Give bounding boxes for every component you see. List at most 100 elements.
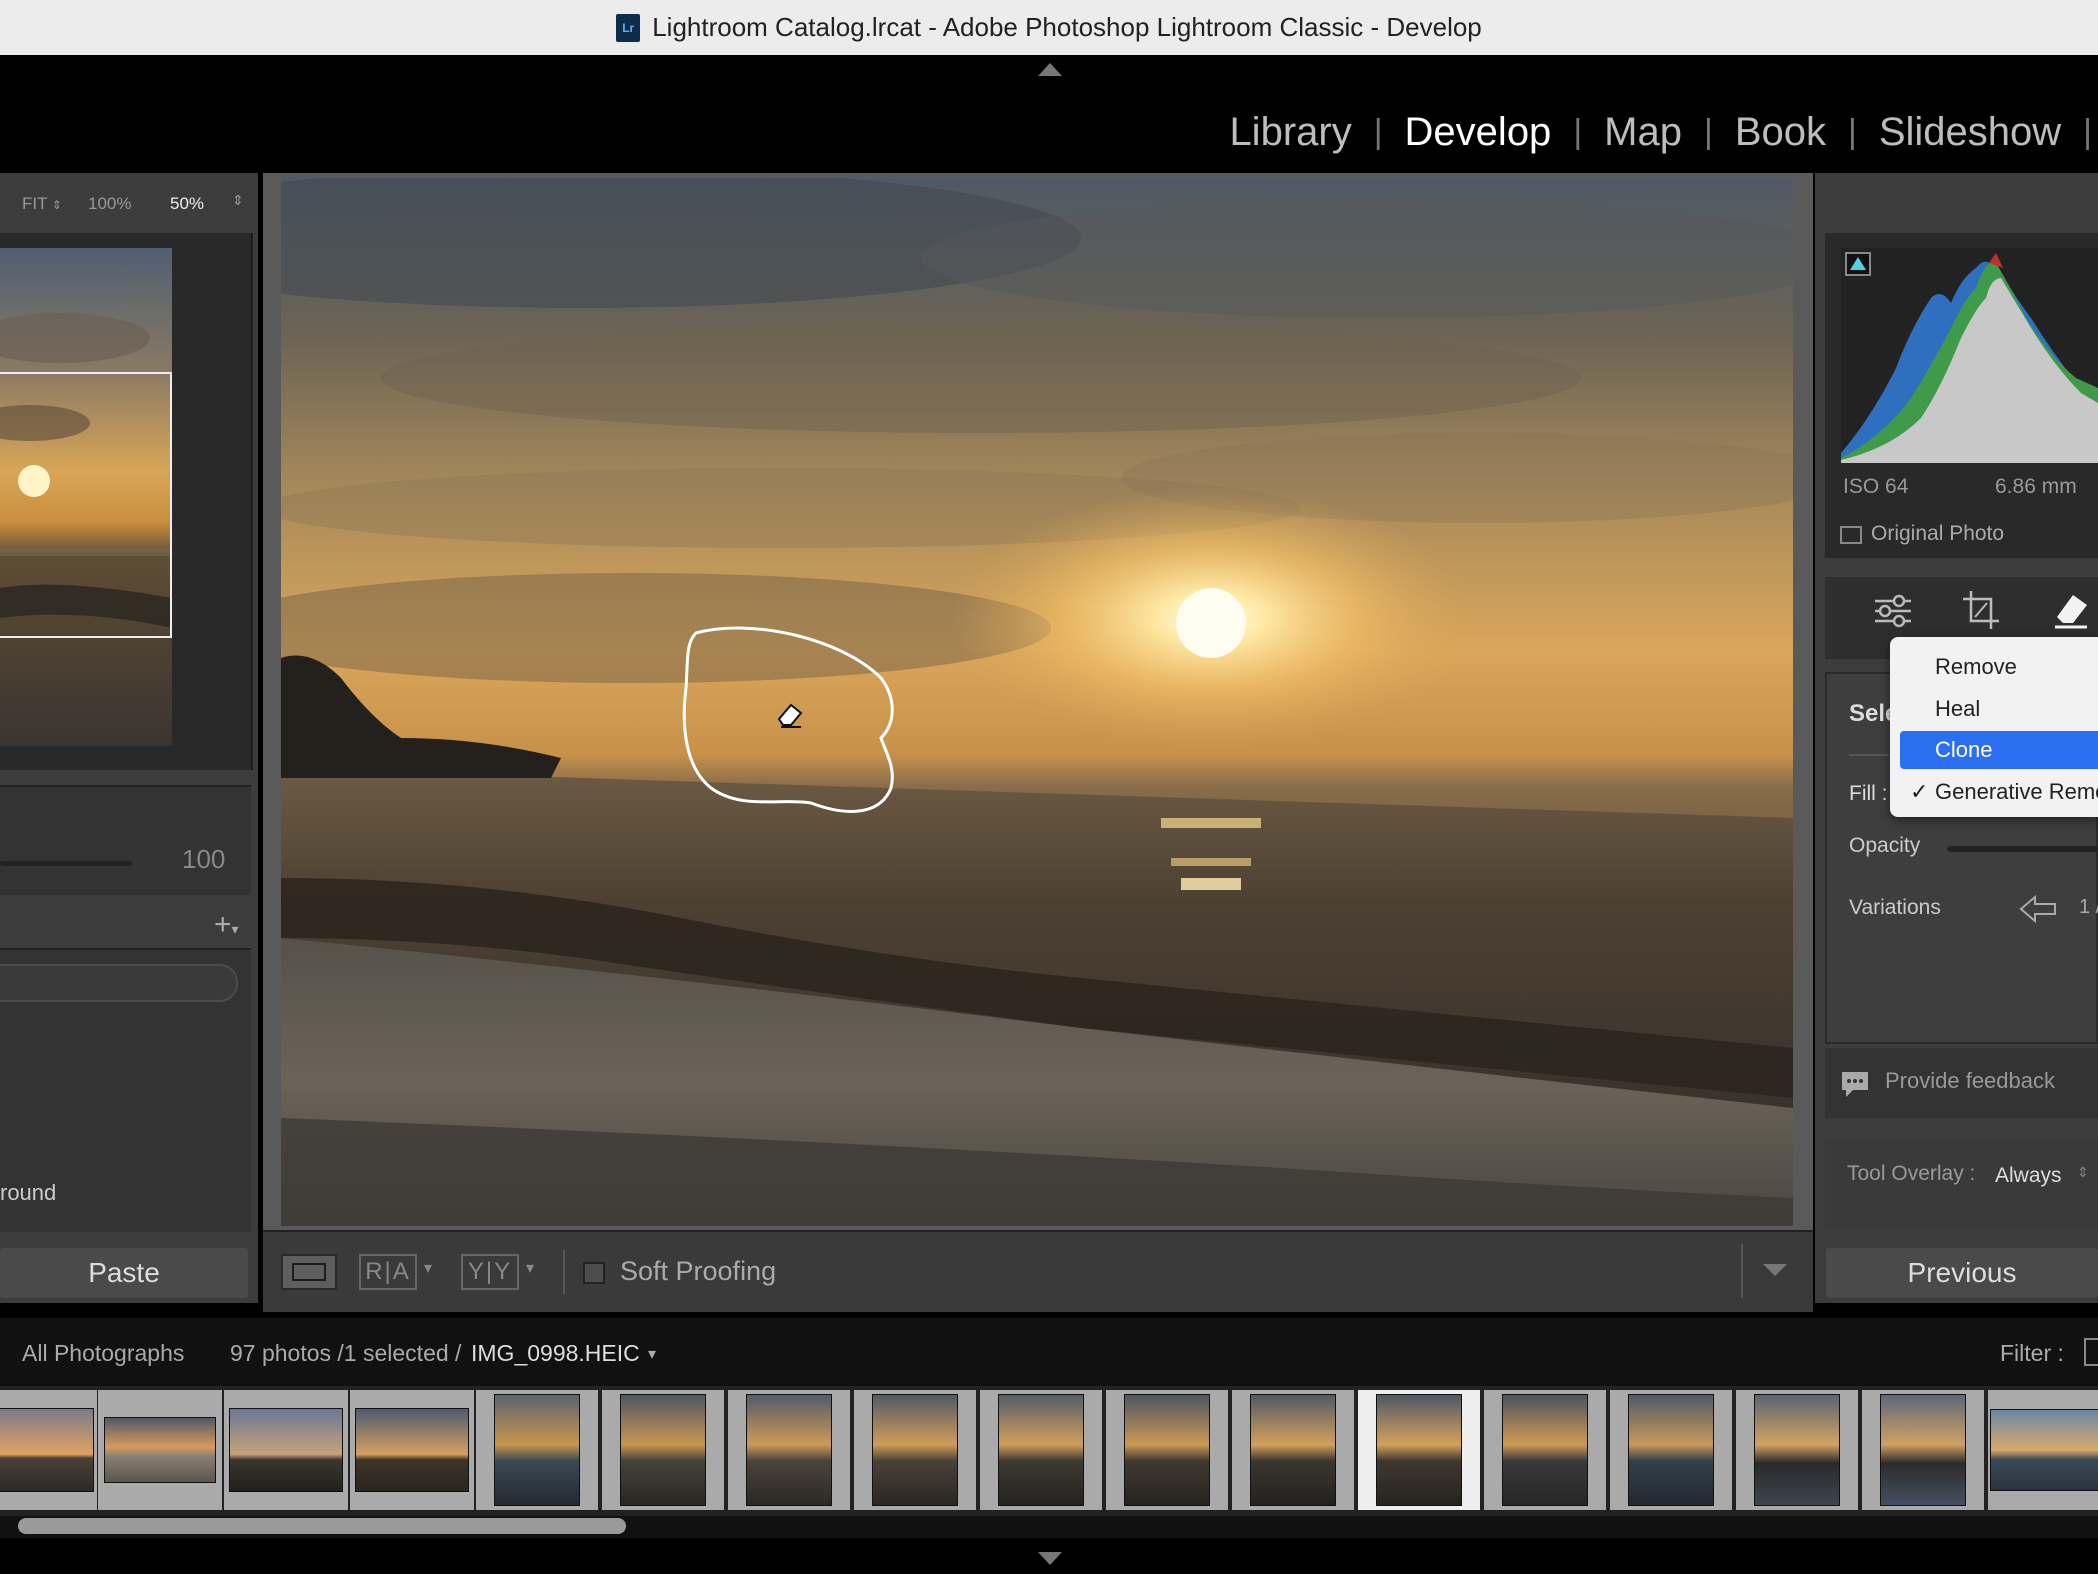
thumbnail-image xyxy=(1990,1409,2098,1491)
menu-item-generative-remove[interactable]: Generative Remo xyxy=(1890,773,2098,811)
thumbnail-image xyxy=(1502,1394,1588,1506)
thumbnail-image xyxy=(1880,1394,1966,1506)
main-photo[interactable] xyxy=(281,178,1793,1226)
before-after-lr-dropdown-icon[interactable]: ▾ xyxy=(424,1258,432,1278)
filter-label: Filter : xyxy=(2000,1340,2064,1366)
before-after-tb-dropdown-icon[interactable]: ▾ xyxy=(526,1258,534,1278)
filter-toggle[interactable] xyxy=(2084,1338,2098,1366)
filmstrip-thumbnail[interactable] xyxy=(1862,1390,1984,1510)
filmstrip-filename[interactable]: IMG_0998.HEIC xyxy=(471,1340,640,1367)
left-slider-track[interactable] xyxy=(0,861,132,866)
loupe-view-button[interactable] xyxy=(281,1254,337,1290)
provide-feedback-row[interactable]: Provide feedback xyxy=(1825,1048,2098,1118)
filmstrip-thumbnail[interactable] xyxy=(854,1390,976,1510)
filmstrip-source[interactable]: All Photographs xyxy=(22,1340,184,1367)
thumbnail-image xyxy=(1754,1394,1840,1506)
thumbnail-image xyxy=(494,1394,580,1506)
filmstrip-scroll-thumb[interactable] xyxy=(18,1518,626,1534)
zoom-100-option[interactable]: 100% xyxy=(88,194,131,214)
filmstrip-thumbnail[interactable] xyxy=(476,1390,598,1510)
feedback-speech-bubble-icon xyxy=(1839,1068,1871,1100)
tool-overlay-stepper-icon[interactable]: ⇕ xyxy=(2077,1164,2089,1181)
module-separator: | xyxy=(2083,113,2092,151)
previous-variation-arrow-icon[interactable] xyxy=(2019,894,2059,924)
shadow-clipping-indicator[interactable] xyxy=(1845,252,1871,276)
original-photo-label: Original Photo xyxy=(1871,522,2005,545)
module-book[interactable]: Book xyxy=(1713,110,1848,155)
paste-button[interactable]: Paste xyxy=(0,1248,248,1298)
thumbnail-image xyxy=(355,1408,469,1492)
tool-overlay-label: Tool Overlay : xyxy=(1847,1162,1976,1185)
remove-tool-eraser-icon[interactable] xyxy=(2051,589,2091,631)
menu-item-clone[interactable]: Clone xyxy=(1900,731,2098,769)
filmstrip-thumbnail[interactable] xyxy=(1610,1390,1732,1510)
filmstrip-thumbnail[interactable] xyxy=(98,1390,222,1510)
left-slider-panel: 100 xyxy=(0,785,251,895)
provide-feedback-label: Provide feedback xyxy=(1885,1068,2055,1093)
thumbnail-image xyxy=(1124,1394,1210,1506)
left-partial-label: round xyxy=(0,1180,57,1205)
thumbnail-image xyxy=(1628,1394,1714,1506)
toolbar-menu-chevron-icon[interactable] xyxy=(1763,1264,1787,1276)
develop-toolbar: R|A ▾ Y|Y ▾ Soft Proofing xyxy=(263,1230,1813,1312)
crop-icon[interactable] xyxy=(1961,589,2001,631)
zoom-stepper-icon[interactable]: ⇕ xyxy=(232,192,244,209)
add-preset-icon[interactable]: +▾ xyxy=(214,908,239,942)
filmstrip-thumbnail[interactable] xyxy=(224,1390,348,1510)
focal-length-value: 6.86 mm xyxy=(1995,475,2077,498)
filmstrip-thumbnail[interactable] xyxy=(602,1390,724,1510)
thumbnail-image xyxy=(229,1408,343,1492)
filmstrip-thumbnail[interactable] xyxy=(1484,1390,1606,1510)
collapse-top-panel-icon[interactable] xyxy=(1038,63,1062,76)
original-photo-checkbox[interactable] xyxy=(1840,526,1862,544)
module-separator: | xyxy=(1847,113,1857,151)
collapse-bottom-panel-icon[interactable] xyxy=(1038,1552,1062,1565)
before-after-lr-button[interactable]: R|A xyxy=(359,1254,417,1290)
filmstrip-thumbnail[interactable] xyxy=(1736,1390,1858,1510)
histogram-graph xyxy=(1841,253,2098,463)
thumbnail-image xyxy=(746,1394,832,1506)
soft-proofing-checkbox[interactable] xyxy=(583,1262,605,1284)
filmstrip xyxy=(0,1386,2098,1516)
filmstrip-thumbnail[interactable] xyxy=(980,1390,1102,1510)
menu-item-heal[interactable]: Heal xyxy=(1890,690,2098,728)
filmstrip-thumbnail[interactable] xyxy=(1232,1390,1354,1510)
left-lower-panel: round xyxy=(0,948,251,1232)
module-separator: | xyxy=(1703,113,1713,151)
filmstrip-thumbnail[interactable] xyxy=(1988,1390,2098,1510)
filmstrip-thumbnail[interactable] xyxy=(1106,1390,1228,1510)
filmstrip-thumbnail[interactable] xyxy=(728,1390,850,1510)
variations-count: 1 / xyxy=(2079,896,2098,918)
previous-button[interactable]: Previous xyxy=(1826,1248,2098,1298)
zoom-50-option[interactable]: 50% xyxy=(170,194,204,214)
module-separator: | xyxy=(1373,113,1383,151)
edit-sliders-icon[interactable] xyxy=(1873,591,1913,631)
zoom-fit-option[interactable]: FIT ⇕ xyxy=(22,194,62,214)
left-slider-value[interactable]: 100 xyxy=(182,844,225,875)
module-map[interactable]: Map xyxy=(1582,110,1704,155)
module-library[interactable]: Library xyxy=(1207,110,1373,155)
filmstrip-thumbnail[interactable] xyxy=(350,1390,474,1510)
left-search-field[interactable] xyxy=(0,964,238,1002)
module-separator: | xyxy=(1573,113,1583,151)
window-title: Lightroom Catalog.lrcat - Adobe Photosho… xyxy=(652,12,1482,42)
tool-overlay-value[interactable]: Always xyxy=(1995,1164,2062,1188)
thumbnail-image xyxy=(872,1394,958,1506)
filename-dropdown-icon[interactable]: ▾ xyxy=(648,1344,656,1364)
before-after-tb-button[interactable]: Y|Y xyxy=(461,1254,519,1290)
module-picker: Library | Develop | Map | Book | Slidesh… xyxy=(1207,100,2098,165)
filmstrip-thumbnail[interactable] xyxy=(0,1390,97,1510)
menu-item-remove[interactable]: Remove xyxy=(1890,648,2098,686)
module-slideshow[interactable]: Slideshow xyxy=(1857,110,2083,155)
window-title-bar: Lr Lightroom Catalog.lrcat - Adobe Photo… xyxy=(0,0,2098,55)
remove-panel-divider xyxy=(1849,754,1889,756)
histogram xyxy=(1841,248,2098,463)
opacity-slider[interactable] xyxy=(1947,846,2098,852)
navigator-header: FIT ⇕ 100% 50% ⇕ xyxy=(0,178,255,233)
fill-label: Fill : xyxy=(1849,782,1888,805)
thumbnail-image xyxy=(998,1394,1084,1506)
filmstrip-thumbnail-selected[interactable] xyxy=(1358,1390,1480,1510)
navigator-view-frame[interactable] xyxy=(0,372,172,638)
iso-value: ISO 64 xyxy=(1843,475,1909,498)
module-develop[interactable]: Develop xyxy=(1383,110,1574,155)
